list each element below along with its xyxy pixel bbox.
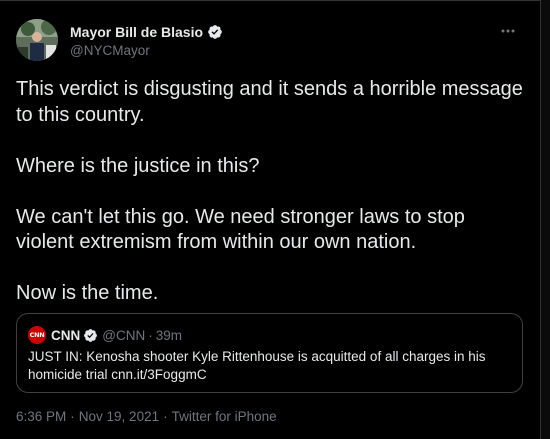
author-display-name[interactable]: Mayor Bill de Blasio xyxy=(70,24,203,40)
tweet-date[interactable]: Nov 19, 2021 xyxy=(79,409,159,424)
author-handle[interactable]: @NYCMayor xyxy=(70,43,223,58)
quoted-tweet-header: CNN CNN @CNN · 39m xyxy=(28,326,182,344)
quoted-tweet-text: JUST IN: Kenosha shooter Kyle Rittenhous… xyxy=(28,349,486,382)
cnn-logo-text: CNN xyxy=(29,331,45,339)
tweet-time[interactable]: 6:36 PM xyxy=(16,409,66,424)
quoted-separator: · xyxy=(148,327,153,343)
more-options-button[interactable] xyxy=(498,23,518,39)
verified-badge-icon xyxy=(84,328,98,342)
tweet-metadata: 6:36 PM · Nov 19, 2021 · Twitter for iPh… xyxy=(16,409,277,424)
tweet-source[interactable]: Twitter for iPhone xyxy=(172,409,277,424)
author-avatar[interactable] xyxy=(16,19,58,61)
verified-badge-icon xyxy=(208,25,222,39)
avatar-photo xyxy=(16,19,58,61)
tweet-header: Mayor Bill de Blasio @NYCMayor xyxy=(16,19,223,61)
author-name-row: Mayor Bill de Blasio xyxy=(70,22,223,42)
cnn-avatar: CNN xyxy=(28,326,46,344)
author-names: Mayor Bill de Blasio @NYCMayor xyxy=(70,22,223,58)
meta-separator: · xyxy=(163,409,168,424)
quoted-display-name: CNN xyxy=(51,327,81,343)
scrollbar-track[interactable] xyxy=(541,0,550,439)
tweet-text: This verdict is disgusting and it sends … xyxy=(16,78,523,304)
quoted-tweet[interactable]: CNN CNN @CNN · 39m JUST IN: Kenosha shoo… xyxy=(16,313,523,393)
tweet-container: Mayor Bill de Blasio @NYCMayor This verd… xyxy=(0,0,541,439)
quoted-time: 39m xyxy=(155,327,182,343)
quoted-handle: @CNN xyxy=(102,327,146,343)
more-horizontal-icon xyxy=(501,29,515,33)
meta-separator: · xyxy=(70,409,75,424)
